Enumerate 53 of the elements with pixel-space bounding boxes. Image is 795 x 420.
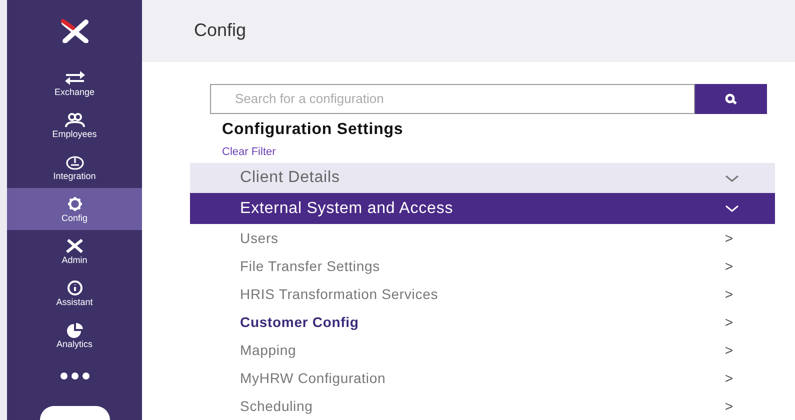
sidebar-item[interactable]: Admin xyxy=(7,230,142,272)
list-item[interactable]: Scheduling > xyxy=(190,392,775,420)
more-icon[interactable] xyxy=(60,372,90,380)
item-label: File Transfer Settings xyxy=(240,256,380,276)
sidebar-item[interactable]: Exchange xyxy=(7,62,142,104)
list-item[interactable]: HRIS Transformation Services > xyxy=(190,280,775,308)
arrows-icon xyxy=(64,70,86,86)
chevron-right: > xyxy=(724,368,733,388)
item-label: Scheduling xyxy=(240,396,313,416)
chevron-right: > xyxy=(724,256,733,276)
sidebar-item[interactable]: Employees xyxy=(7,104,142,146)
chevron-right: > xyxy=(724,284,733,304)
accordion-label: Client Details xyxy=(240,168,340,188)
sidebar-label: Assistant xyxy=(56,298,93,306)
item-label: Users xyxy=(240,228,278,248)
section-title: Configuration Settings xyxy=(222,120,404,140)
clear-filter-link[interactable]: Clear Filter xyxy=(222,144,276,160)
chevron-right: > xyxy=(724,312,733,332)
sidebar-item[interactable]: Config xyxy=(7,188,142,230)
list-item[interactable]: Users > xyxy=(190,224,775,252)
chevron-down-icon xyxy=(725,174,739,182)
gauge-icon xyxy=(64,154,86,170)
item-label: MyHRW Configuration xyxy=(240,368,386,388)
logo-icon xyxy=(60,19,90,43)
people-icon xyxy=(64,112,86,128)
chevron-right: > xyxy=(724,340,733,360)
item-label: Customer Config xyxy=(240,312,359,332)
sidebar-label: Analytics xyxy=(56,340,92,348)
sidebar-label: Exchange xyxy=(54,88,95,96)
sidebar-item[interactable]: Assistant xyxy=(7,272,142,314)
list-item[interactable]: MyHRW Configuration > xyxy=(190,364,775,392)
chevron-right: > xyxy=(724,228,733,248)
search-button[interactable] xyxy=(695,84,767,114)
accordion-header[interactable]: External System and Access xyxy=(190,193,775,224)
list-item[interactable]: Mapping > xyxy=(190,336,775,364)
search-icon xyxy=(724,92,738,104)
sidebar-label: Employees xyxy=(52,130,97,138)
sidebar-label: Integration xyxy=(53,172,96,180)
list-item[interactable]: Customer Config > xyxy=(190,308,775,336)
chevron-down-icon xyxy=(725,205,739,212)
item-label: HRIS Transformation Services xyxy=(240,284,438,304)
list-item[interactable]: File Transfer Settings > xyxy=(190,252,775,280)
accordion-label: External System and Access xyxy=(240,198,454,218)
chevron-right: > xyxy=(724,396,733,416)
page-title: Config xyxy=(194,19,246,42)
search-field[interactable]: Search for a configuration xyxy=(210,84,695,114)
sidebar-item[interactable]: Analytics xyxy=(7,314,142,356)
tools-icon xyxy=(64,238,86,254)
sidebar-item[interactable]: Integration xyxy=(7,146,142,188)
sidebar-label: Admin xyxy=(62,256,88,264)
sidebar-label: Config xyxy=(61,214,88,222)
item-label: Mapping xyxy=(240,340,296,360)
accordion-header[interactable]: Client Details xyxy=(190,163,775,193)
